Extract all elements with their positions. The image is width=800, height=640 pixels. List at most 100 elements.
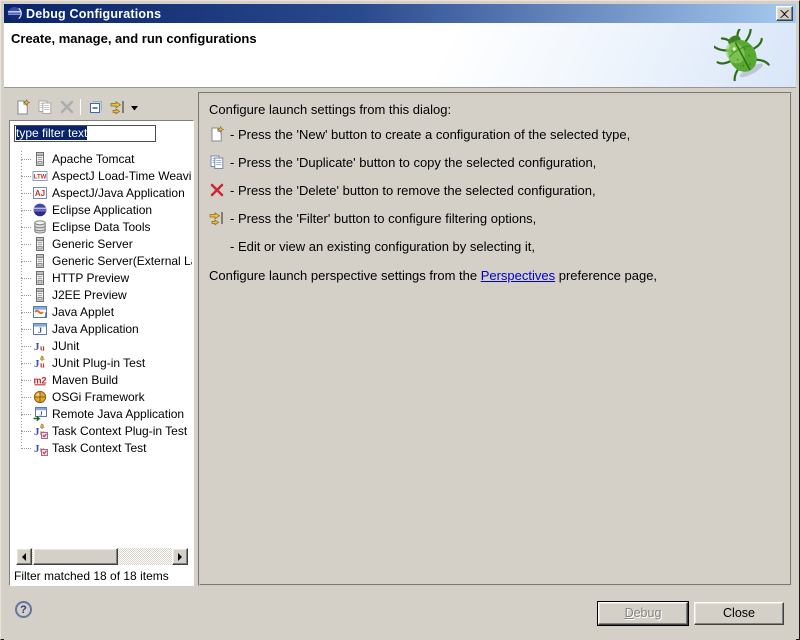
- scroll-left-button[interactable]: [16, 548, 32, 565]
- filter-launch-configurations-button[interactable]: [107, 96, 129, 118]
- tree-item-task-context-test[interactable]: JuTask Context Test: [11, 440, 192, 457]
- tree-item-remote-java-application[interactable]: JRemote Java Application: [11, 406, 192, 423]
- svg-text:LTW: LTW: [34, 174, 47, 180]
- maven-icon: m2: [32, 372, 48, 388]
- collapse-all-button[interactable]: [85, 96, 107, 118]
- server-icon: [32, 253, 48, 269]
- filter-icon: [209, 210, 227, 226]
- configuration-type-tree: Apache TomcatLTWAspectJ Load-Time Weavin…: [11, 151, 192, 459]
- osgi-icon: [32, 389, 48, 405]
- ltw-icon: LTW: [32, 168, 48, 184]
- dialog-header-banner: Create, manage, and run configurations: [4, 23, 796, 88]
- filter-icon: [110, 99, 126, 115]
- server-icon: [32, 287, 48, 303]
- tree-item-task-context-plug-in-test[interactable]: JuTask Context Plug-in Test: [11, 423, 192, 440]
- toolbar-separator: [80, 99, 81, 115]
- duplicate-icon: [37, 99, 53, 115]
- help-bullet-text: - Press the 'New' button to create a con…: [230, 127, 630, 142]
- tree-item-eclipse-data-tools[interactable]: Eclipse Data Tools: [11, 219, 192, 236]
- help-intro-text: Configure launch settings from this dial…: [209, 102, 782, 117]
- tree-item-j2ee-preview[interactable]: J2EE Preview: [11, 287, 192, 304]
- delete-icon: [209, 182, 227, 198]
- server-icon: [32, 151, 48, 167]
- help-bullet-delete: - Press the 'Delete' button to remove th…: [209, 180, 782, 200]
- window-title: Debug Configurations: [26, 7, 776, 21]
- debug-configurations-dialog: Debug Configurations Create, manage, and…: [0, 0, 800, 640]
- help-bullet-text: - Press the 'Delete' button to remove th…: [230, 183, 596, 198]
- tree-horizontal-scrollbar[interactable]: [16, 548, 188, 565]
- close-window-button[interactable]: [776, 6, 793, 21]
- perspective-note: Configure launch perspective settings fr…: [209, 268, 782, 283]
- svg-text:AJ: AJ: [35, 189, 45, 198]
- svg-text:u: u: [40, 343, 45, 353]
- javaapp-icon: J: [32, 321, 48, 337]
- perspective-note-after: preference page,: [555, 268, 657, 283]
- debug-button[interactable]: Debug: [598, 602, 688, 625]
- type-filter-input[interactable]: type filter text: [14, 125, 156, 142]
- close-icon: [780, 10, 789, 18]
- junit-icon: Ju: [32, 338, 48, 354]
- question-mark-icon: ?: [20, 604, 27, 616]
- help-bullet-text: - Press the 'Filter' button to configure…: [230, 211, 536, 226]
- tree-item-apache-tomcat[interactable]: Apache Tomcat: [11, 151, 192, 168]
- right-arrow-icon: [178, 553, 186, 561]
- eclipse-icon: [32, 202, 48, 218]
- none-icon: [209, 238, 227, 254]
- aj-icon: AJ: [32, 185, 48, 201]
- tree-item-label: HTTP Preview: [11, 270, 129, 287]
- tree-item-java-applet[interactable]: JJava Applet: [11, 304, 192, 321]
- remote-java-icon: J: [32, 406, 48, 422]
- tree-item-label: Apache Tomcat: [11, 151, 135, 168]
- left-arrow-icon: [18, 553, 26, 561]
- help-bullet-new: - Press the 'New' button to create a con…: [209, 124, 782, 144]
- scroll-right-button[interactable]: [172, 548, 188, 565]
- launch-help-panel: Configure launch settings from this dial…: [198, 92, 792, 586]
- duplicate-icon: [209, 154, 227, 170]
- eclipse-logo-icon: [7, 6, 22, 21]
- help-button[interactable]: ?: [15, 601, 32, 618]
- collapse-icon: [88, 99, 104, 115]
- debug-bug-icon: [714, 29, 770, 86]
- tree-item-label: Java Applet: [11, 304, 114, 321]
- perspective-note-before: Configure launch perspective settings fr…: [209, 268, 481, 283]
- close-button[interactable]: Close: [694, 602, 784, 625]
- scrollbar-track[interactable]: [32, 548, 172, 565]
- configurations-toolbar: [9, 94, 194, 120]
- svg-text:m2: m2: [33, 376, 46, 386]
- server-icon: [32, 236, 48, 252]
- tree-item-generic-server[interactable]: Generic Server: [11, 236, 192, 253]
- tree-item-generic-server-external-launch[interactable]: Generic Server(External Launch): [11, 253, 192, 270]
- delete-configuration-button[interactable]: [56, 96, 78, 118]
- tree-item-aspectj-java-application[interactable]: AJAspectJ/Java Application: [11, 185, 192, 202]
- duplicate-configuration-button[interactable]: [34, 96, 56, 118]
- dropdown-caret-icon[interactable]: [131, 98, 138, 116]
- task-test-icon: Ju: [32, 440, 48, 456]
- applet-icon: J: [32, 304, 48, 320]
- tree-item-eclipse-application[interactable]: Eclipse Application: [11, 202, 192, 219]
- tree-item-maven-build[interactable]: m2Maven Build: [11, 372, 192, 389]
- tree-item-label: Java Application: [11, 321, 139, 338]
- tree-item-aspectj-load-time-weaving-application[interactable]: LTWAspectJ Load-Time Weaving Application: [11, 168, 192, 185]
- help-bullet-none: - Edit or view an existing configuration…: [209, 236, 782, 256]
- title-bar: Debug Configurations: [4, 4, 796, 23]
- scrollbar-thumb[interactable]: [33, 548, 118, 565]
- tree-item-http-preview[interactable]: HTTP Preview: [11, 270, 192, 287]
- configurations-sidebar: type filter text Apache TomcatLTWAspectJ…: [9, 94, 194, 586]
- new-icon: [209, 126, 227, 142]
- new-configuration-button[interactable]: [12, 96, 34, 118]
- perspectives-link[interactable]: Perspectives: [481, 268, 555, 283]
- tree-item-label: J2EE Preview: [11, 287, 127, 304]
- tree-item-junit[interactable]: JuJUnit: [11, 338, 192, 355]
- filter-input-selected-text: type filter text: [16, 126, 87, 140]
- delete-icon: [59, 99, 75, 115]
- help-bullet-filter: - Press the 'Filter' button to configure…: [209, 208, 782, 228]
- dialog-header-title: Create, manage, and run configurations: [11, 31, 257, 46]
- help-bullet-text: - Edit or view an existing configuration…: [230, 239, 535, 254]
- junit-plugin-icon: Ju: [32, 355, 48, 371]
- help-bullet-list: - Press the 'New' button to create a con…: [209, 124, 782, 256]
- tree-item-java-application[interactable]: JJava Application: [11, 321, 192, 338]
- filter-match-status: Filter matched 18 of 18 items: [14, 569, 169, 583]
- tree-item-junit-plug-in-test[interactable]: JuJUnit Plug-in Test: [11, 355, 192, 372]
- tree-item-osgi-framework[interactable]: OSGi Framework: [11, 389, 192, 406]
- help-bullet-duplicate: - Press the 'Duplicate' button to copy t…: [209, 152, 782, 172]
